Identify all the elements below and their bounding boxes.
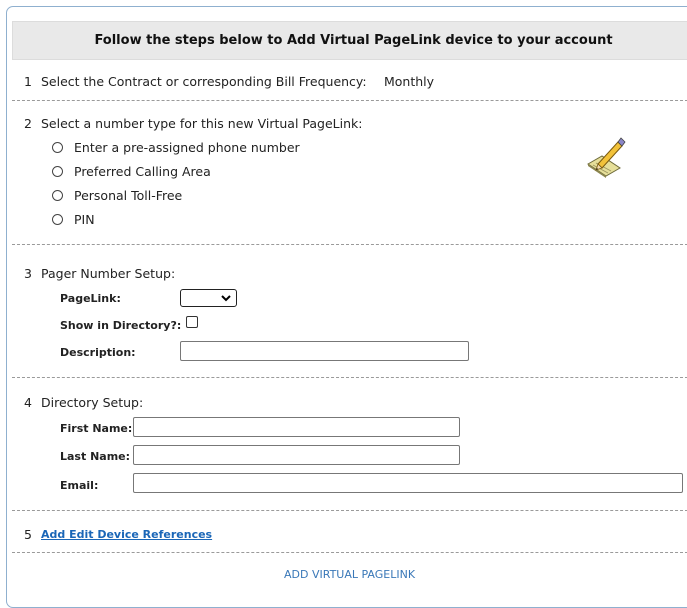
step2-number: 2 [24, 116, 32, 131]
pagelink-select[interactable] [180, 289, 237, 307]
pagelink-label: PageLink: [60, 292, 121, 305]
radio-option-preferred-calling-area[interactable]: Preferred Calling Area [52, 163, 211, 179]
add-virtual-pagelink-button[interactable]: ADD VIRTUAL PAGELINK [284, 568, 415, 581]
form-title: Follow the steps below to Add Virtual Pa… [94, 33, 613, 48]
radio-label: Preferred Calling Area [74, 163, 211, 179]
email-label: Email: [60, 479, 99, 492]
add-edit-device-references-link[interactable]: Add Edit Device References [41, 528, 212, 541]
description-label: Description: [60, 346, 136, 359]
divider [12, 244, 687, 245]
radio-option-personal-toll-free[interactable]: Personal Toll-Free [52, 187, 182, 203]
radio-option-pin[interactable]: PIN [52, 211, 95, 227]
step3-label: Pager Number Setup: [41, 266, 176, 281]
form-header: Follow the steps below to Add Virtual Pa… [12, 21, 687, 60]
description-input[interactable] [180, 341, 469, 361]
step1-number: 1 [24, 74, 32, 89]
radio-button[interactable] [52, 141, 63, 153]
divider [12, 552, 687, 553]
radio-label: PIN [74, 211, 95, 227]
step1-label: Select the Contract or corresponding Bil… [41, 74, 367, 89]
email-input[interactable] [133, 473, 683, 493]
step3-number: 3 [24, 266, 32, 281]
show-in-directory-label: Show in Directory?: [60, 319, 182, 332]
step5-number: 5 [24, 527, 32, 542]
show-in-directory-checkbox[interactable] [186, 316, 198, 328]
radio-option-preassigned[interactable]: Enter a pre-assigned phone number [52, 139, 300, 155]
step4-label: Directory Setup: [41, 395, 144, 410]
first-name-input[interactable] [133, 417, 460, 437]
divider [12, 377, 687, 378]
step2-label: Select a number type for this new Virtua… [41, 116, 363, 131]
radio-button[interactable] [52, 213, 63, 225]
chevron-down-icon [221, 295, 231, 302]
radio-label: Enter a pre-assigned phone number [74, 139, 300, 155]
step4-number: 4 [24, 395, 32, 410]
divider [12, 100, 687, 101]
radio-label: Personal Toll-Free [74, 187, 183, 203]
divider [12, 510, 687, 511]
form-frame [6, 6, 687, 608]
last-name-label: Last Name: [60, 450, 131, 463]
radio-button[interactable] [52, 165, 63, 177]
first-name-label: First Name: [60, 422, 133, 435]
radio-button[interactable] [52, 189, 63, 201]
bill-frequency-value: Monthly [384, 74, 435, 89]
pencil-edit-icon [587, 137, 626, 178]
last-name-input[interactable] [133, 445, 460, 465]
